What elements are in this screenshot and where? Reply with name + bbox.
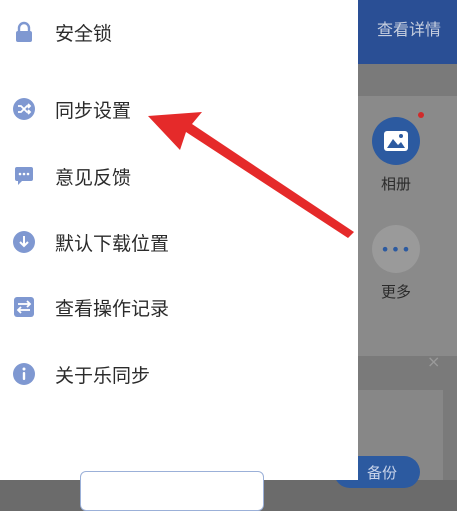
more-icon: •••: [372, 225, 420, 273]
side-drawer: 安全锁 同步设置 意见反馈 默认下载位置 查看操作记录 关于乐同步: [0, 0, 358, 511]
menu-item-label: 意见反馈: [55, 167, 132, 189]
view-details-link[interactable]: 查看详情: [377, 16, 441, 40]
menu-item-default-download-location[interactable]: 默认下载位置: [0, 218, 358, 266]
more-tile[interactable]: ••• 更多: [356, 225, 436, 302]
swap-icon: [12, 295, 36, 319]
menu-item-sync-settings[interactable]: 同步设置: [0, 85, 358, 133]
close-icon[interactable]: ×: [427, 352, 440, 371]
feedback-icon: [12, 164, 36, 188]
menu-item-label: 查看操作记录: [55, 298, 170, 320]
menu-item-label: 关于乐同步: [55, 365, 151, 387]
album-icon: [372, 117, 420, 165]
notification-dot: [418, 112, 424, 118]
drawer-bottom-button[interactable]: [80, 471, 264, 511]
backup-button-label: 备份: [366, 463, 397, 482]
menu-item-label: 安全锁: [55, 23, 113, 45]
menu-item-security-lock[interactable]: 安全锁: [0, 8, 358, 56]
album-label: 相册: [380, 175, 411, 193]
lock-icon: [12, 20, 36, 44]
more-label: 更多: [380, 283, 411, 301]
menu-item-label: 同步设置: [55, 100, 132, 122]
shuffle-icon: [12, 97, 36, 121]
menu-item-feedback[interactable]: 意见反馈: [0, 152, 358, 200]
album-tile[interactable]: 相册: [356, 117, 436, 194]
info-icon: [12, 362, 36, 386]
menu-item-operation-log[interactable]: 查看操作记录: [0, 283, 358, 331]
download-icon: [12, 230, 36, 254]
menu-item-label: 默认下载位置: [55, 233, 170, 255]
menu-item-about[interactable]: 关于乐同步: [0, 350, 358, 398]
